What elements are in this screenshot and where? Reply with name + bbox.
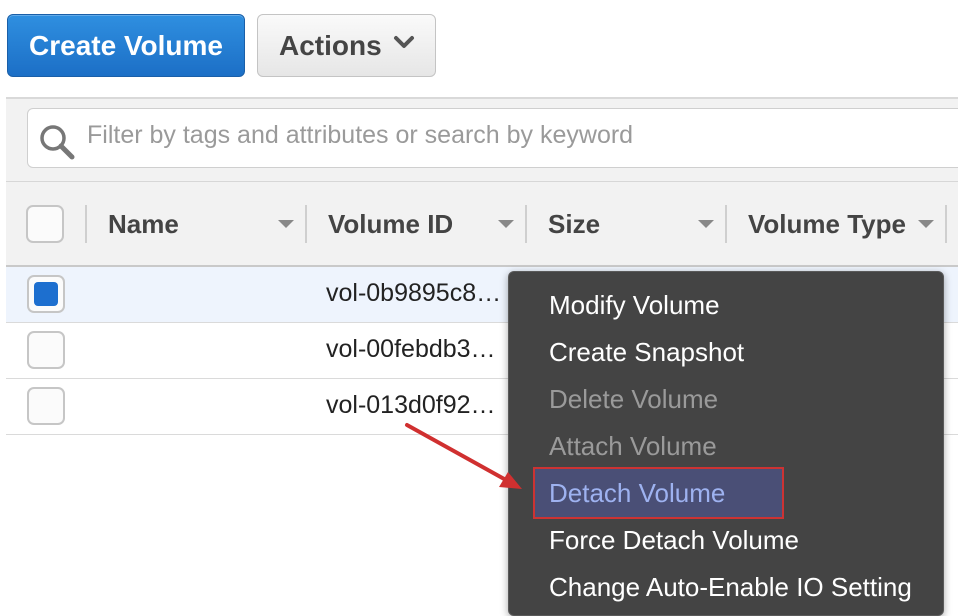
menu-item-change-auto-enable-io[interactable]: Change Auto-Enable IO Setting (549, 572, 912, 603)
column-divider (525, 205, 527, 243)
row-checkbox[interactable] (27, 331, 65, 369)
column-divider (85, 205, 87, 243)
search-input[interactable]: Filter by tags and attributes or search … (27, 108, 958, 168)
search-placeholder: Filter by tags and attributes or search … (87, 121, 634, 149)
select-all-checkbox[interactable] (26, 205, 64, 243)
menu-item-create-snapshot[interactable]: Create Snapshot (549, 337, 744, 368)
menu-item-attach-volume: Attach Volume (549, 431, 717, 461)
chevron-down-icon (394, 36, 414, 48)
volume-id-cell: vol-013d0f92… (326, 391, 496, 419)
column-header-label: Name (108, 208, 179, 239)
sort-caret-icon[interactable] (278, 220, 294, 228)
menu-item-force-detach-volume[interactable]: Force Detach Volume (549, 525, 799, 556)
sort-caret-icon[interactable] (918, 220, 934, 228)
toolbar: Create Volume Actions (0, 0, 958, 96)
column-divider (305, 205, 307, 243)
menu-item-delete-volume: Delete Volume (549, 384, 719, 414)
actions-dropdown-button[interactable]: Actions (257, 14, 436, 77)
column-header-volume-id[interactable]: Volume ID (328, 182, 523, 266)
search-icon (40, 125, 75, 160)
column-header-name[interactable]: Name (108, 182, 303, 266)
menu-item-detach-volume[interactable]: Detach Volume (549, 478, 725, 509)
column-divider (725, 205, 727, 243)
create-volume-button[interactable]: Create Volume (7, 14, 245, 77)
row-checkbox[interactable] (27, 387, 65, 425)
column-header-volume-type[interactable]: Volume Type (748, 182, 948, 266)
sort-caret-icon[interactable] (498, 220, 514, 228)
arrow-annotation-icon (405, 423, 522, 489)
column-divider (945, 205, 947, 243)
actions-label: Actions (279, 29, 382, 61)
sort-caret-icon[interactable] (698, 220, 714, 228)
column-header-label: Volume ID (328, 208, 454, 239)
table-header: Name Volume ID Size Volume Type (6, 181, 958, 267)
volume-id-cell: vol-0b9895c8… (326, 279, 502, 307)
column-header-size[interactable]: Size (548, 182, 743, 266)
actions-menu: Modify Volume Create Snapshot Delete Vol… (508, 271, 944, 616)
volume-id-cell: vol-00febdb3… (326, 335, 496, 363)
menu-item-modify-volume[interactable]: Modify Volume (549, 290, 720, 321)
column-header-label: Size (548, 208, 601, 239)
filter-panel: Filter by tags and attributes or search … (6, 97, 958, 181)
column-header-label: Volume Type (748, 208, 906, 239)
create-volume-label: Create Volume (29, 29, 223, 61)
row-checkbox[interactable] (27, 275, 65, 313)
